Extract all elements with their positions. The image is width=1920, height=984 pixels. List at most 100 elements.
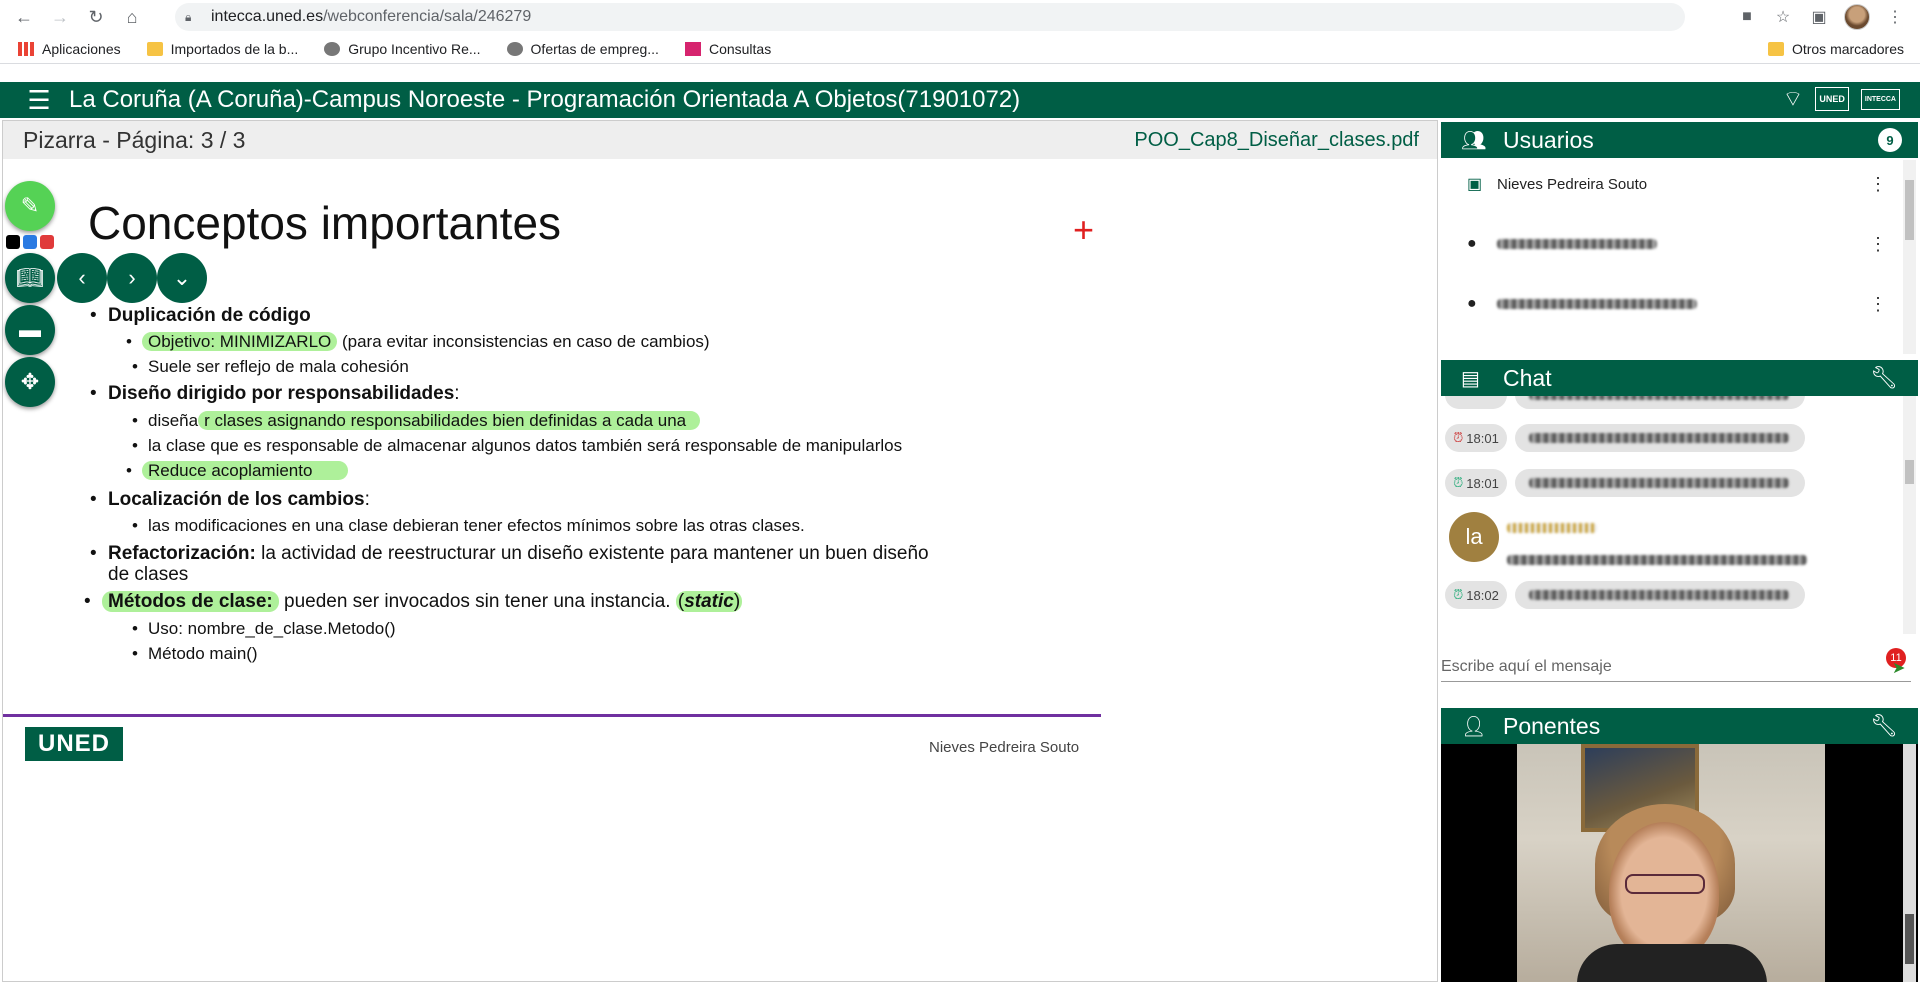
bullet-colon: : [454,383,460,404]
scroll-thumb[interactable] [1905,460,1914,484]
slide-uned-logo: UNED [25,727,123,761]
color-blue-swatch[interactable] [23,235,37,249]
message-bubble [1515,469,1805,497]
sub-bullet: Reduce acoplamiento [126,461,349,481]
sub-bullet: las modificaciones en una clase debieran… [132,516,805,536]
bookmark-label: Aplicaciones [42,40,121,57]
sub-bullet: Suele ser reflejo de mala cohesión [132,357,409,377]
slide-heading: Conceptos importantes [88,197,562,249]
bullet-text: Localización de los cambios [108,489,365,510]
scroll-thumb[interactable] [1905,914,1914,964]
other-bookmarks-label: Otros marcadores [1791,40,1904,57]
folder-tool-button[interactable]: ▬ [5,305,55,355]
send-icon[interactable]: ➤ [1892,658,1905,678]
pencil-tool-button[interactable]: ✎ [5,181,55,231]
lock-icon: 🔒︎ [185,10,192,24]
bullet-text: Duplicación de código [108,305,311,326]
whiteboard-bar: Pizarra - Página: 3 / 3 POO_Cap8_Diseñar… [3,121,1437,159]
user-name: Nieves Pedreira Souto [1497,175,1648,193]
blurred-text [1507,523,1597,533]
message-bubble [1515,581,1805,609]
scroll-thumb[interactable] [1905,180,1914,240]
chat-input[interactable]: Escribe aquí el mensaje [1441,652,1911,682]
users-count-badge: 9 [1878,128,1902,152]
home-icon[interactable]: ⌂ [114,0,150,34]
whiteboard-file-name[interactable]: POO_Cap8_Diseñar_clases.pdf [1134,129,1419,152]
chat-panel-header: ▤ Chat 🔧︎ [1441,360,1918,396]
user-menu-icon[interactable]: ⋮ [1869,234,1887,255]
globe-icon [506,41,523,56]
extension-icon[interactable]: ▣ [1808,7,1830,27]
bullet-colon: : [364,489,370,510]
user-row[interactable]: ▣ Nieves Pedreira Souto ⋮ [1441,164,1901,204]
other-bookmarks[interactable]: Otros marcadores [1767,40,1904,57]
bookmark-item[interactable]: Consultas [684,41,771,57]
forward-icon[interactable]: → [42,0,78,34]
highlighted-text: r clases asignando responsabilidades bie… [198,411,701,430]
sub-bullet: Uso: nombre_de_clase.Metodo() [132,619,396,639]
star-icon[interactable]: ☆ [1772,7,1794,27]
address-bar[interactable]: 🔒︎ intecca.uned.es/webconferencia/sala/2… [175,3,1685,31]
user-row[interactable]: ● ⋮ [1441,224,1901,264]
camera-icon[interactable]: ■ [1736,8,1758,26]
url-path: /webconferencia/sala/246279 [323,8,532,25]
users-title: Usuarios [1503,126,1594,153]
prev-page-button[interactable]: ‹ [57,253,107,303]
color-red-swatch[interactable] [40,235,54,249]
message-bubble [1515,396,1805,409]
chat-messages: ⏰︎ 18:01 ⏰︎ 18:01 la ⏰︎ 18:02 [1441,396,1918,634]
color-black-swatch[interactable] [6,235,20,249]
chat-scrollbar[interactable] [1903,396,1916,634]
bookmark-label: Grupo Incentivo Re... [348,40,481,57]
user-icon: ● [1467,295,1477,312]
bullet-diseno: Diseño dirigido por responsabilidades: [90,383,460,405]
book-tool-button[interactable]: 📖︎ [5,253,55,303]
bullet-text: de clases [108,564,189,585]
hamburger-menu-icon[interactable]: ☰ [20,82,58,118]
slide-divider [3,714,1101,717]
profile-avatar[interactable] [1844,4,1870,30]
blurred-text [1529,590,1789,600]
wrench-icon[interactable]: 🔧︎ [1870,365,1898,391]
reload-icon[interactable]: ↻ [78,0,114,34]
user-menu-icon[interactable]: ⋮ [1869,294,1887,315]
uned-logo: UNED [1815,87,1849,111]
sub-bullet: diseñar clases asignando responsabilidad… [132,411,701,431]
bullet-duplicacion: Duplicación de código [90,305,311,327]
users-scrollbar[interactable] [1903,160,1916,354]
next-page-button[interactable]: › [107,253,157,303]
video-person-shirt [1577,944,1767,982]
blurred-user-name [1497,299,1697,309]
bullet-text: la actividad de reestructurar un diseño … [255,543,929,564]
speaker-video[interactable] [1441,744,1918,982]
video-scrollbar[interactable] [1903,744,1916,982]
user-row[interactable]: ● ⋮ [1441,284,1901,324]
bookmark-apps[interactable]: Aplicaciones [18,41,121,57]
move-tool-button[interactable]: ✥ [5,357,55,407]
bullet-localizacion: Localización de los cambios: [90,489,370,511]
app-header: ☰ La Coruña (A Coruña)-Campus Noroeste -… [0,82,1920,118]
slide-author: Nieves Pedreira Souto [929,739,1080,756]
video-person-glasses [1625,874,1705,894]
bullet-text: Suele ser reflejo de mala cohesión [148,357,409,376]
message-time: ⏰︎ 18:01 [1445,469,1507,497]
bookmark-item[interactable]: Grupo Incentivo Re... [324,40,481,57]
speakers-title: Ponentes [1503,712,1601,739]
video-feed [1517,744,1825,982]
bookmark-item[interactable]: Importados de la b... [146,41,298,57]
bullet-text: pueden ser invocados sin tener una insta… [278,591,676,612]
highlighted-text: Métodos de clase: [102,591,279,612]
slide: Conceptos importantes + Duplicación de c… [3,159,1101,719]
back-icon[interactable]: ← [6,0,42,34]
whiteboard-pane: Pizarra - Página: 3 / 3 POO_Cap8_Diseñar… [2,120,1438,982]
expand-button[interactable]: ⌄ [157,253,207,303]
bookmarks-bar: Aplicaciones Importados de la b... Grupo… [0,34,1920,64]
intecca-logo: INTECCA [1860,88,1900,110]
connection-icon[interactable]: ⌔ [1783,85,1804,113]
chat-title: Chat [1503,364,1552,391]
menu-dots-icon[interactable]: ⋮ [1884,7,1906,27]
static-keyword: static [684,591,734,612]
wrench-icon[interactable]: 🔧︎ [1870,713,1898,739]
bookmark-item[interactable]: Ofertas de empreg... [506,41,659,57]
user-menu-icon[interactable]: ⋮ [1869,174,1887,195]
